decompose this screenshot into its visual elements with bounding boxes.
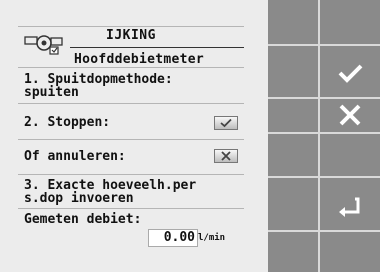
page-subtitle: Hoofddebietmeter	[74, 52, 205, 67]
measured-flow-value[interactable]: 0.00	[148, 229, 198, 247]
flowmeter-icon	[24, 35, 63, 55]
page-title: IJKING	[106, 28, 156, 43]
calibration-screen: IJKING Hoofddebietmeter 1. Spuitdopmetho…	[0, 0, 380, 272]
step-1-value: spuiten	[24, 85, 79, 100]
stop-confirm-indicator	[214, 116, 238, 130]
cross-icon	[339, 104, 361, 126]
cross-icon	[221, 151, 231, 161]
checkmark-icon	[220, 118, 232, 128]
divider	[18, 174, 244, 175]
cancel-label: Of annuleren:	[24, 149, 126, 164]
return-arrow-icon	[339, 197, 360, 217]
divider	[18, 208, 244, 209]
cancel-indicator	[214, 149, 238, 163]
divider	[18, 139, 244, 140]
title-underline	[70, 47, 244, 48]
measured-flow-label: Gemeten debiet:	[24, 212, 142, 227]
divider	[18, 103, 244, 104]
checkmark-icon	[338, 64, 363, 83]
divider	[18, 67, 244, 68]
back-button[interactable]	[320, 176, 380, 238]
softkey-panel	[268, 0, 380, 272]
step-2-label: 2. Stoppen:	[24, 115, 111, 130]
step-3-detail: s.dop invoeren	[24, 191, 134, 206]
measured-flow-unit: l/min	[198, 233, 226, 243]
divider	[18, 26, 244, 27]
softkey-empty-3[interactable]	[320, 230, 380, 272]
main-panel: IJKING Hoofddebietmeter 1. Spuitdopmetho…	[0, 0, 268, 272]
